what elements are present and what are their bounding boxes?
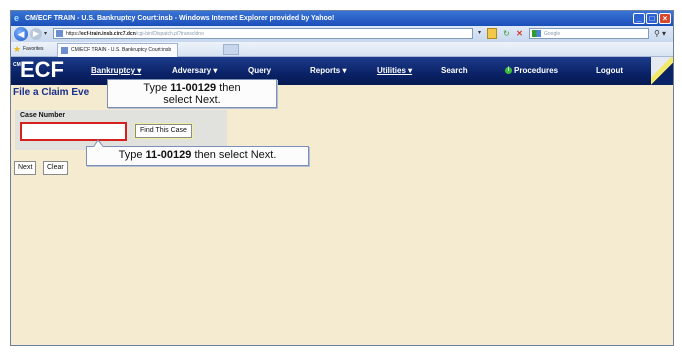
back-button[interactable]: ◀ xyxy=(14,27,28,41)
address-bar: ◀ ▶ ▾ https://ecf-train.insb.circ7.dcn/c… xyxy=(11,26,673,42)
search-input[interactable]: Google xyxy=(529,28,649,39)
tab-label: CM/ECF TRAIN - U.S. Bankruptcy Court:ins… xyxy=(71,47,172,53)
menu-corner-graphic xyxy=(651,57,673,85)
callout-pointer-inner xyxy=(94,141,103,147)
maximize-button[interactable]: □ xyxy=(646,13,658,24)
page-title: File a Claim Eve xyxy=(13,87,90,98)
clear-button[interactable]: Clear xyxy=(43,161,68,175)
url-host: ecf-train.insb.circ7.dcn xyxy=(81,31,136,37)
forward-button[interactable]: ▶ xyxy=(30,28,42,40)
history-dropdown-icon[interactable]: ▾ xyxy=(44,28,47,40)
url-dropdown-icon[interactable]: ▾ xyxy=(475,28,484,39)
url-path: /cgi-bin/Dispatch.pl?transcldno xyxy=(135,31,204,37)
info-icon: i xyxy=(505,67,512,75)
page-icon xyxy=(56,30,63,37)
new-tab-button[interactable] xyxy=(223,44,239,55)
window-title: CM/ECF TRAIN - U.S. Bankruptcy Court:ins… xyxy=(25,15,335,22)
lock-icon[interactable] xyxy=(487,28,497,39)
callout-top-line2: select Next. xyxy=(163,94,221,106)
favorites-star-icon[interactable]: ★ xyxy=(13,43,21,55)
menu-logout[interactable]: Logout xyxy=(596,66,623,76)
search-placeholder: Google xyxy=(544,31,561,37)
search-provider-icon xyxy=(532,30,541,37)
refresh-icon[interactable]: ↻ xyxy=(501,28,512,39)
search-icon[interactable]: ⚲ ▾ xyxy=(651,28,669,39)
callout-top-suffix: then xyxy=(216,82,241,94)
menu-procedures-label: Procedures xyxy=(514,66,559,75)
browser-tab[interactable]: CM/ECF TRAIN - U.S. Bankruptcy Court:ins… xyxy=(57,43,179,57)
favorites-button[interactable]: Favorites xyxy=(23,42,44,56)
url-field[interactable]: https://ecf-train.insb.circ7.dcn/cgi-bin… xyxy=(53,28,473,39)
instruction-callout-top: Type 11-00129 then select Next. xyxy=(107,79,277,108)
callout-top-prefix: Type xyxy=(143,82,171,94)
menu-search[interactable]: Search xyxy=(441,66,468,76)
tab-page-icon xyxy=(61,47,68,54)
menu-query[interactable]: Query xyxy=(248,66,271,76)
menu-reports[interactable]: Reports ▾ xyxy=(310,66,346,76)
callout-bottom-prefix: Type xyxy=(118,149,146,161)
menu-procedures[interactable]: i Procedures xyxy=(505,66,558,76)
title-bar: e CM/ECF TRAIN - U.S. Bankruptcy Court:i… xyxy=(11,11,673,26)
instruction-callout-bottom: Type 11-00129 then select Next. xyxy=(86,146,309,166)
logo-ecf-text: ECF xyxy=(20,57,64,82)
callout-bottom-suffix: then select Next. xyxy=(191,149,277,161)
case-number-label: Case Number xyxy=(20,112,66,119)
callout-bottom-case-number: 11-00129 xyxy=(145,149,192,161)
favorites-bar: ★ Favorites CM/ECF TRAIN - U.S. Bankrupt… xyxy=(11,42,673,57)
callout-top-case-number: 11-00129 xyxy=(170,82,217,94)
url-protocol: https:// xyxy=(66,31,82,37)
close-button[interactable]: × xyxy=(659,13,671,24)
find-this-case-button[interactable]: Find This Case xyxy=(135,124,192,138)
next-button[interactable]: Next xyxy=(14,161,37,175)
case-number-input[interactable] xyxy=(20,122,127,141)
minimize-button[interactable]: _ xyxy=(633,13,645,24)
browser-window: e CM/ECF TRAIN - U.S. Bankruptcy Court:i… xyxy=(10,10,674,346)
menu-bankruptcy[interactable]: Bankruptcy ▾ xyxy=(91,66,141,76)
ie-logo-icon: e xyxy=(14,13,20,23)
stop-icon[interactable]: ✕ xyxy=(514,28,525,39)
menu-adversary[interactable]: Adversary ▾ xyxy=(172,66,217,76)
menu-utilities[interactable]: Utilities ▾ xyxy=(377,66,412,76)
